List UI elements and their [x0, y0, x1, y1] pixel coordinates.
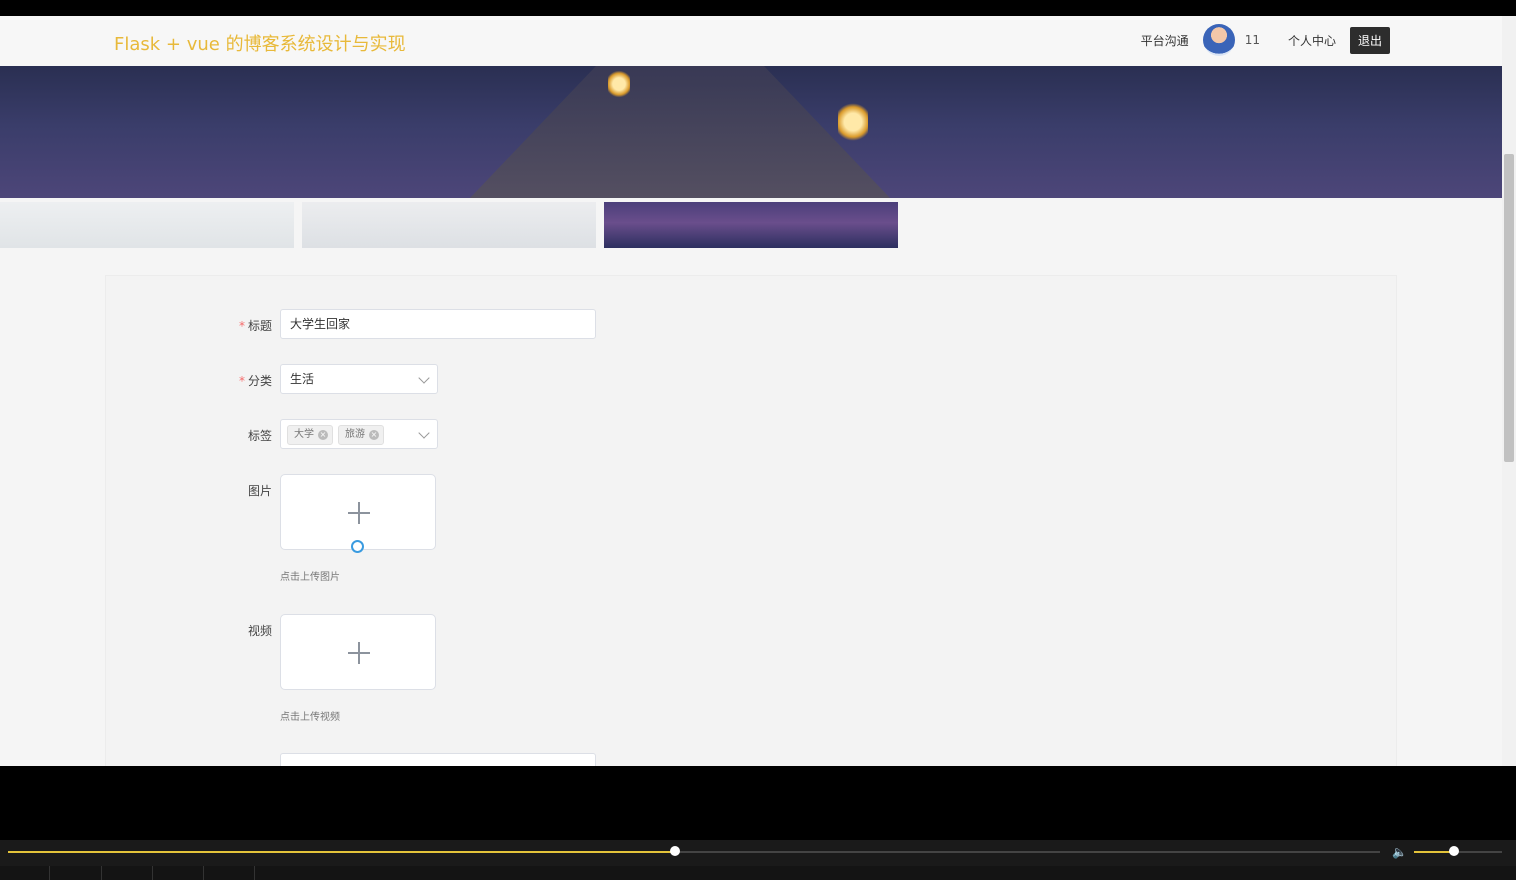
category-label: * 分类: [238, 374, 272, 388]
site-header: Flask + vue 的博客系统设计与实现 平台沟通 11 个人中心 退出: [0, 16, 1502, 67]
volume-knob[interactable]: [1448, 846, 1459, 856]
tags-label: 标签: [247, 429, 272, 443]
plus-icon: [348, 502, 370, 524]
image-label: 图片: [247, 484, 272, 498]
progress-played: [8, 851, 675, 853]
logout-button[interactable]: 退出: [1349, 26, 1390, 54]
tag-chip: 大学 ×: [287, 424, 333, 445]
category-selected-value: 生活: [290, 372, 315, 386]
image-upload[interactable]: [280, 474, 436, 550]
plus-icon: [348, 642, 370, 664]
lantern-icon: [838, 102, 868, 142]
username-label: 11: [1244, 33, 1260, 47]
scrollbar-thumb[interactable]: [1504, 154, 1514, 462]
volume-slider[interactable]: [1414, 846, 1502, 856]
close-icon[interactable]: ×: [369, 429, 379, 440]
tags-select[interactable]: 大学 × 旅游 ×: [280, 419, 438, 449]
bar-divider: [49, 866, 50, 880]
video-upload[interactable]: [280, 614, 436, 690]
busy-cursor-icon: [351, 540, 364, 553]
tag-chip: 旅游 ×: [338, 424, 384, 445]
chevron-down-icon: [418, 372, 430, 384]
carousel-thumb-2[interactable]: [302, 202, 596, 248]
title-label: * 标题: [238, 319, 272, 333]
video-upload-hint: 点击上传视频: [280, 712, 340, 723]
banner-carousel[interactable]: [0, 66, 1502, 198]
close-icon[interactable]: ×: [318, 429, 328, 440]
category-select[interactable]: 生活: [280, 364, 438, 394]
post-form: * 标题 大学生回家 * 分类 生活 标签 大学 × 旅游 × 图片 点击上传图片: [105, 275, 1397, 766]
browser-viewport: Flask + vue 的博客系统设计与实现 平台沟通 11 个人中心 退出 *…: [0, 16, 1516, 766]
volume-fill: [1414, 851, 1454, 853]
banner-pier-image: [470, 66, 890, 198]
player-bottom-bar: [0, 866, 1516, 880]
speaker-icon[interactable]: 🔈: [1392, 845, 1408, 859]
video-player-controls: 🔈: [0, 840, 1516, 880]
top-nav: 平台沟通 11 个人中心 退出: [1127, 24, 1390, 56]
bar-divider: [203, 866, 204, 880]
bar-divider: [152, 866, 153, 880]
nav-profile-link[interactable]: 个人中心: [1288, 32, 1336, 49]
progress-track[interactable]: [8, 846, 1380, 856]
chevron-down-icon: [418, 427, 430, 439]
carousel-thumb-3[interactable]: [604, 202, 898, 248]
lantern-icon: [608, 70, 630, 98]
progress-knob[interactable]: [669, 846, 680, 856]
carousel-thumb-1[interactable]: [0, 202, 294, 248]
title-input[interactable]: 大学生回家: [280, 309, 596, 339]
site-title[interactable]: Flask + vue 的博客系统设计与实现: [114, 30, 406, 56]
avatar[interactable]: [1202, 24, 1235, 56]
bar-divider: [254, 866, 255, 880]
nav-chat-link[interactable]: 平台沟通: [1141, 32, 1189, 49]
page-scrollbar[interactable]: [1502, 16, 1516, 766]
bar-divider: [101, 866, 102, 880]
video-label: 视频: [247, 624, 272, 638]
next-field-input[interactable]: [280, 753, 596, 766]
image-upload-hint: 点击上传图片: [280, 572, 340, 583]
